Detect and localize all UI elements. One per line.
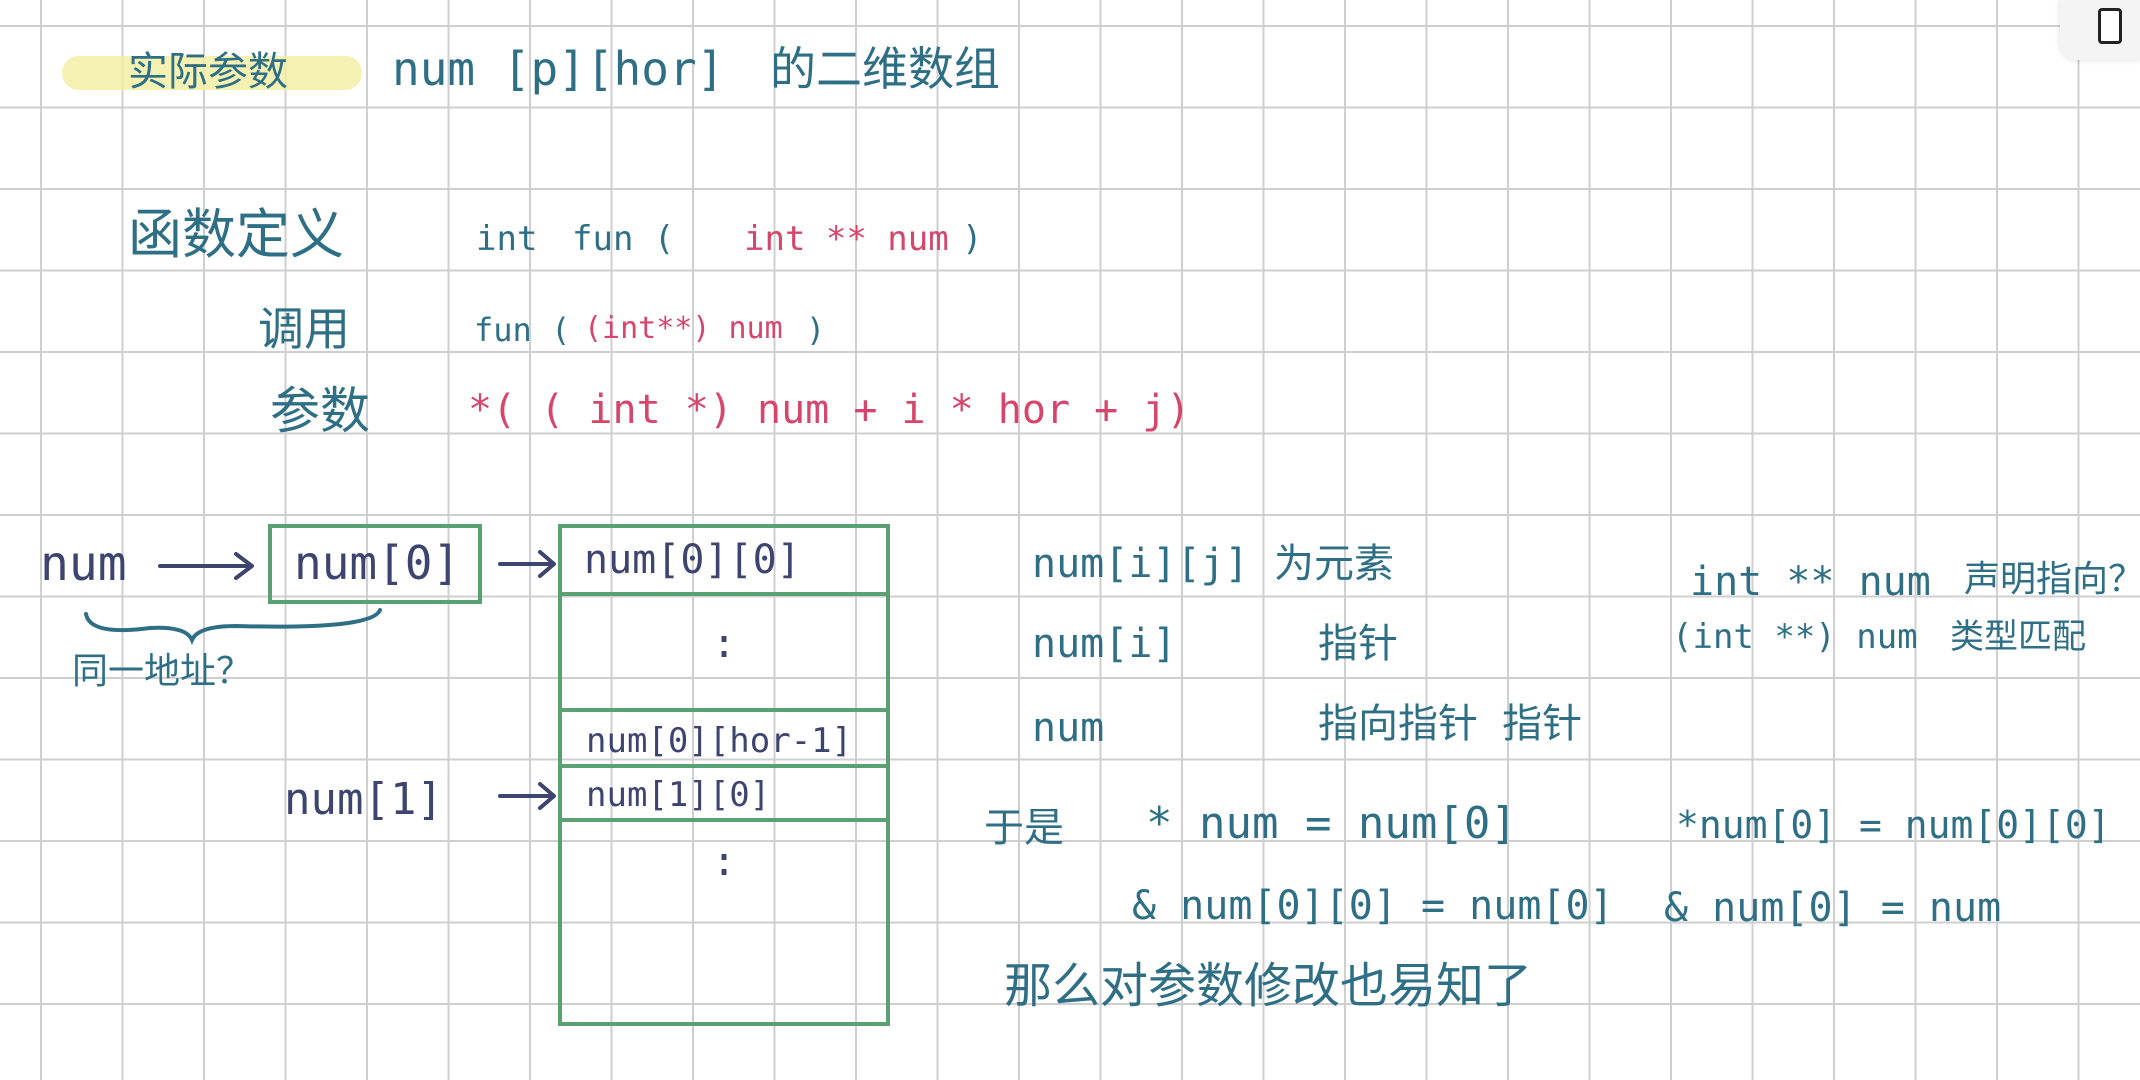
pen-icon[interactable]: [2098, 8, 2122, 44]
note-expr: num[i]: [1032, 621, 1177, 667]
same-address-brace: [84, 608, 382, 646]
note-eq: * num = num[0]: [1146, 798, 1517, 849]
side-note-desc: 声明指向？: [1964, 559, 2140, 600]
note-conclusion: 那么对参数修改也易知了: [1004, 958, 1533, 1014]
note-eq: *num[0] = num[0][0]: [1676, 803, 2111, 847]
side-note-expr: (int **) num: [1672, 617, 1918, 657]
note-desc: 指针: [1318, 621, 1398, 667]
note-desc: 为元素: [1274, 541, 1394, 587]
note-yu: 于是: [984, 805, 1064, 851]
note-expr: num: [1032, 705, 1105, 751]
note-desc: 指向指针 指针: [1318, 701, 1583, 747]
note-expr: num[i][j]: [1032, 541, 1249, 587]
side-note-expr: int ** num: [1690, 559, 1931, 605]
side-note-desc: 类型匹配: [1950, 617, 2086, 657]
note-eq: & num[0] = num: [1664, 885, 2002, 931]
tool-corner[interactable]: [2060, 0, 2140, 60]
note-eq: & num[0][0] = num[0]: [1132, 883, 1614, 929]
